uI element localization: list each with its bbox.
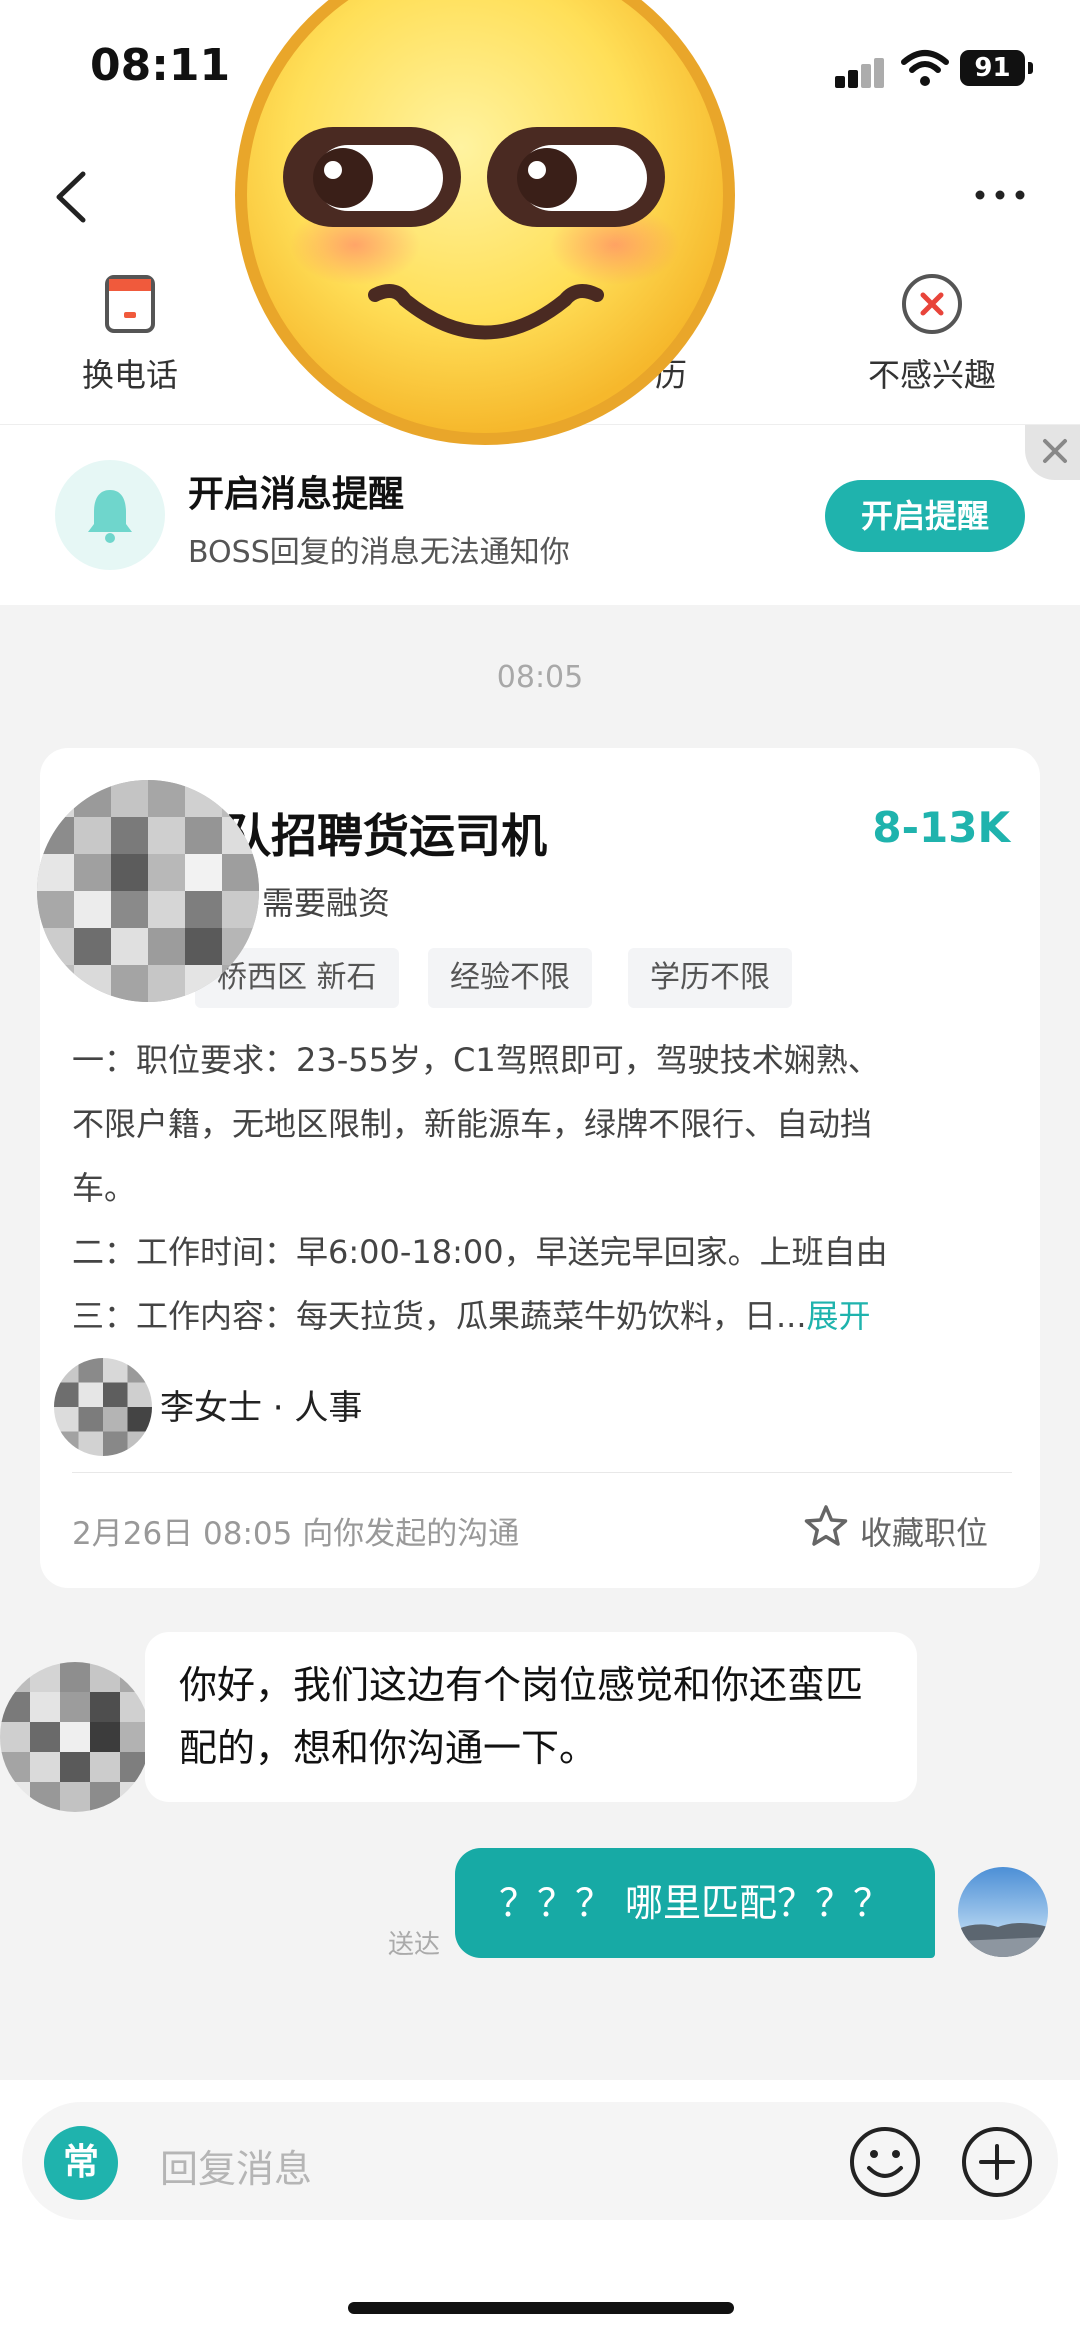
reply-input-box[interactable]: 常 回复消息: [22, 2102, 1058, 2220]
divider: [72, 1472, 1012, 1473]
star-icon[interactable]: [802, 1503, 850, 1551]
enable-notify-button[interactable]: 开启提醒: [825, 480, 1025, 552]
notify-subtitle: BOSS回复的消息无法通知你: [188, 535, 570, 570]
desc-line: 车。: [72, 1169, 137, 1207]
action-not-interested[interactable]: 不感兴趣: [842, 272, 1022, 396]
wifi-icon: [901, 50, 949, 86]
bell-icon: [88, 490, 132, 543]
notify-title: 开启消息提醒: [188, 474, 405, 515]
conversation-date-note: 2月26日 08:05 向你发起的沟通: [72, 1516, 520, 1552]
bell-icon-wrap: [55, 460, 165, 570]
job-tag: 经验不限: [428, 948, 592, 1008]
close-banner-button[interactable]: [1025, 425, 1080, 480]
desc-line: 二：工作时间：早6:00-18:00，早送完早回家。上班自由: [72, 1233, 888, 1271]
outgoing-message-bubble[interactable]: ？？？ 哪里匹配？？？: [455, 1848, 935, 1958]
plus-icon[interactable]: [959, 2124, 1035, 2200]
job-title: 队招聘货运司机: [225, 809, 547, 863]
action-label: 不感兴趣: [867, 356, 996, 394]
battery-icon: 91: [960, 50, 1033, 86]
job-company: 需要融资: [262, 884, 391, 922]
my-avatar[interactable]: [958, 1867, 1048, 1957]
job-description: 一：职位要求：23-55岁，C1驾照即可，驾驶技术娴熟、 不限户籍，无地区限制，…: [72, 1028, 1012, 1348]
recruiter-name: 李女士 · 人事: [160, 1388, 363, 1428]
emoji-icon[interactable]: [847, 2124, 923, 2200]
close-icon: [1043, 439, 1067, 463]
reply-input[interactable]: 回复消息: [160, 2138, 312, 2193]
desc-line: 一：职位要求：23-55岁，C1驾照即可，驾驶技术娴熟、: [72, 1041, 880, 1079]
home-indicator[interactable]: [348, 2302, 734, 2314]
back-arrow-icon[interactable]: [45, 162, 105, 232]
action-label: 换电话: [81, 356, 178, 394]
common-phrases-button[interactable]: 常: [44, 2126, 118, 2200]
favorite-job-button[interactable]: 收藏职位: [860, 1508, 988, 1554]
desc-line: 不限户籍，无地区限制，新能源车，绿牌不限行、自动挡: [72, 1105, 873, 1143]
job-tag: 学历不限: [628, 948, 792, 1008]
phone-swap-icon: [105, 275, 155, 333]
company-logo-blurred: [37, 780, 259, 1002]
more-options-icon[interactable]: [970, 175, 1030, 215]
job-salary: 8-13K: [872, 803, 1010, 852]
chat-time-divider: 08:05: [496, 660, 584, 695]
desc-line-truncated: 三：工作内容：每天拉货，瓜果蔬菜牛奶饮料，日...展开: [72, 1284, 1012, 1348]
sent-status: 送达: [388, 1930, 441, 1960]
sender-avatar[interactable]: [0, 1662, 150, 1812]
action-change-phone[interactable]: 换电话: [40, 272, 220, 396]
cellular-signal-icon: [835, 58, 885, 88]
smirk-emoji-sticker: [235, 0, 735, 445]
job-card[interactable]: 队招聘货运司机 8-13K 需要融资 桥西区 新石 经验不限 学历不限 一：职位…: [37, 748, 1040, 1588]
input-area: 常 回复消息: [0, 2080, 1080, 2337]
expand-link[interactable]: 展开: [807, 1297, 871, 1335]
recruiter-avatar[interactable]: [54, 1358, 152, 1456]
desc-line: 三：工作内容：每天拉货，瓜果蔬菜牛奶饮料，日...: [72, 1297, 807, 1335]
status-time: 08:11: [90, 40, 231, 91]
incoming-message-bubble[interactable]: 你好，我们这边有个岗位感觉和你还蛮匹配的，想和你沟通一下。: [145, 1632, 917, 1802]
not-interested-icon: [902, 274, 962, 334]
